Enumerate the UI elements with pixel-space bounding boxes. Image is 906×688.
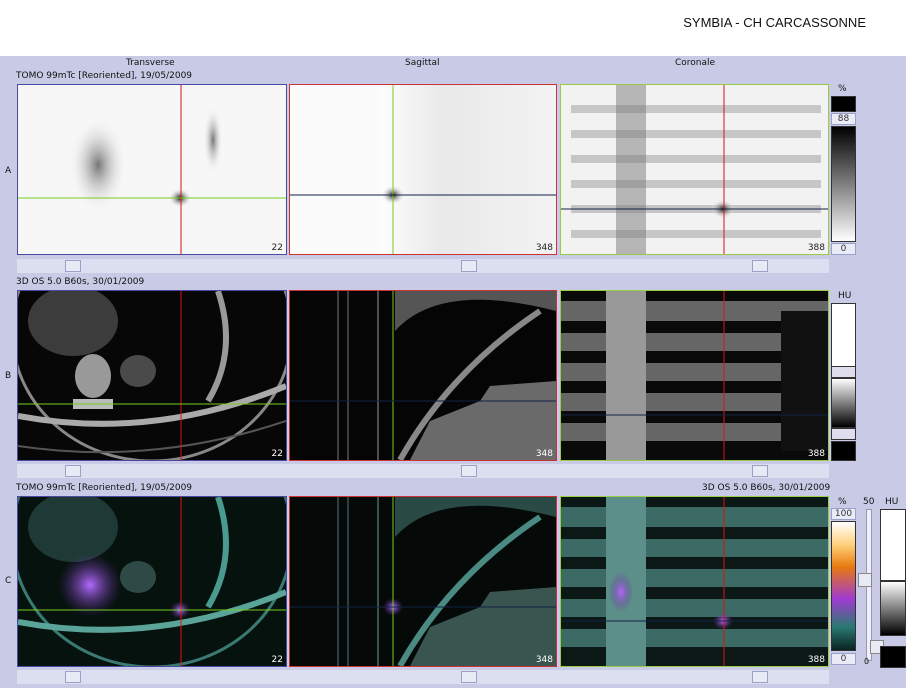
app-title: SYMBIA - CH CARCASSONNE <box>683 15 866 30</box>
column-header-sagittal: Sagittal <box>405 58 440 68</box>
fusion-colorbar[interactable] <box>831 521 856 651</box>
scroll-thumb[interactable] <box>65 260 81 272</box>
slice-scrollbar-row-b[interactable] <box>17 464 829 478</box>
fusion-ct-colorbar-black <box>880 646 906 668</box>
scroll-thumb[interactable] <box>752 465 768 477</box>
frame-number: 22 <box>271 449 283 459</box>
transverse-nm-view[interactable]: 22 <box>17 84 287 255</box>
ct-grayscale-colorbar[interactable] <box>831 378 856 428</box>
row-c-ct-unit: HU <box>885 497 899 507</box>
sagittal-fusion-view[interactable]: 348 <box>289 496 557 667</box>
window-max-value[interactable]: 88 <box>831 113 856 125</box>
fusion-ct-colorbar[interactable] <box>880 581 906 636</box>
fusion-ct-colorbar-white <box>880 509 906 581</box>
grayscale-colorbar[interactable] <box>831 126 856 242</box>
coronale-fusion-view[interactable]: 388 <box>560 496 829 667</box>
slice-scrollbar-row-a[interactable] <box>17 259 829 273</box>
title-bar: SYMBIA - CH CARCASSONNE <box>0 0 906 56</box>
blend-min-value: 0 <box>864 657 870 666</box>
row-a-label: A <box>5 166 12 176</box>
row-b-unit: HU <box>838 291 852 301</box>
scroll-thumb[interactable] <box>461 260 477 272</box>
scroll-thumb[interactable] <box>752 260 768 272</box>
slice-scrollbar-row-c[interactable] <box>17 670 829 684</box>
frame-number: 348 <box>535 449 553 459</box>
fusion-max-value[interactable]: 100 <box>831 508 856 520</box>
scroll-thumb[interactable] <box>461 671 477 683</box>
frame-number: 22 <box>271 243 283 253</box>
frame-number: 388 <box>807 655 825 665</box>
row-c-ct-series-label: 3D OS 5.0 B60s, 30/01/2009 <box>702 483 831 493</box>
coronale-nm-view[interactable]: 388 <box>560 84 829 255</box>
ct-colorbar-black <box>831 441 856 461</box>
transverse-fusion-view[interactable]: 22 <box>17 496 287 667</box>
ct-window-handle[interactable] <box>831 428 856 440</box>
ct-window-handle[interactable] <box>831 366 856 378</box>
frame-number: 388 <box>807 449 825 459</box>
sagittal-nm-view[interactable]: 348 <box>289 84 557 255</box>
sagittal-ct-view[interactable]: 348 <box>289 290 557 461</box>
column-header-coronale: Coronale <box>675 58 716 68</box>
frame-number: 22 <box>271 655 283 665</box>
frame-number: 388 <box>807 243 825 253</box>
blend-ratio-value: 50 <box>863 497 875 507</box>
frame-number: 348 <box>535 655 553 665</box>
scroll-thumb[interactable] <box>461 465 477 477</box>
fusion-min-value[interactable]: 0 <box>831 653 856 665</box>
frame-number: 348 <box>535 243 553 253</box>
transverse-ct-view[interactable]: 22 <box>17 290 287 461</box>
row-c-label: C <box>5 576 12 586</box>
scroll-thumb[interactable] <box>65 465 81 477</box>
row-c-unit: % <box>838 497 847 507</box>
row-b-series-label: 3D OS 5.0 B60s, 30/01/2009 <box>16 277 145 287</box>
viewer-panel: Transverse Sagittal Coronale TOMO 99mTc … <box>0 56 906 688</box>
scroll-thumb[interactable] <box>65 671 81 683</box>
scroll-thumb[interactable] <box>752 671 768 683</box>
ct-colorbar-white <box>831 303 856 375</box>
row-a-unit: % <box>838 84 847 94</box>
row-a-series-label: TOMO 99mTc [Reoriented], 19/05/2009 <box>16 71 193 81</box>
window-min-value[interactable]: 0 <box>831 243 856 255</box>
column-header-transverse: Transverse <box>126 58 175 68</box>
row-c-series-label: TOMO 99mTc [Reoriented], 19/05/2009 <box>16 483 193 493</box>
row-b-label: B <box>5 371 12 381</box>
blend-slider-thumb[interactable] <box>858 573 872 587</box>
coronale-ct-view[interactable]: 388 <box>560 290 829 461</box>
colorbar-top-swatch <box>831 96 856 112</box>
